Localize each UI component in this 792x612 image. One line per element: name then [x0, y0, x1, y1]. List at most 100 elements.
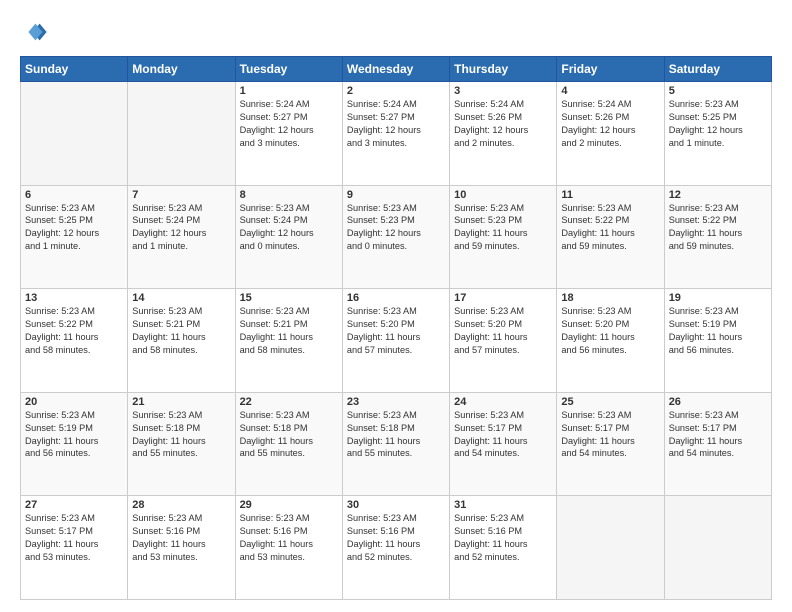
day-info: Sunrise: 5:24 AM Sunset: 5:27 PM Dayligh… — [240, 98, 338, 150]
calendar-cell: 18Sunrise: 5:23 AM Sunset: 5:20 PM Dayli… — [557, 289, 664, 393]
calendar-cell: 9Sunrise: 5:23 AM Sunset: 5:23 PM Daylig… — [342, 185, 449, 289]
day-info: Sunrise: 5:23 AM Sunset: 5:25 PM Dayligh… — [669, 98, 767, 150]
day-info: Sunrise: 5:23 AM Sunset: 5:21 PM Dayligh… — [132, 305, 230, 357]
calendar-cell: 3Sunrise: 5:24 AM Sunset: 5:26 PM Daylig… — [450, 82, 557, 186]
calendar-cell: 1Sunrise: 5:24 AM Sunset: 5:27 PM Daylig… — [235, 82, 342, 186]
day-number: 12 — [669, 189, 767, 201]
day-number: 18 — [561, 292, 659, 304]
day-number: 7 — [132, 189, 230, 201]
day-info: Sunrise: 5:23 AM Sunset: 5:21 PM Dayligh… — [240, 305, 338, 357]
calendar-cell: 16Sunrise: 5:23 AM Sunset: 5:20 PM Dayli… — [342, 289, 449, 393]
day-number: 1 — [240, 85, 338, 97]
day-number: 26 — [669, 396, 767, 408]
calendar-cell: 28Sunrise: 5:23 AM Sunset: 5:16 PM Dayli… — [128, 496, 235, 600]
day-number: 23 — [347, 396, 445, 408]
calendar-cell: 12Sunrise: 5:23 AM Sunset: 5:22 PM Dayli… — [664, 185, 771, 289]
calendar-cell: 25Sunrise: 5:23 AM Sunset: 5:17 PM Dayli… — [557, 392, 664, 496]
calendar-cell: 26Sunrise: 5:23 AM Sunset: 5:17 PM Dayli… — [664, 392, 771, 496]
day-number: 4 — [561, 85, 659, 97]
day-info: Sunrise: 5:23 AM Sunset: 5:25 PM Dayligh… — [25, 202, 123, 254]
weekday-header-tuesday: Tuesday — [235, 57, 342, 82]
day-number: 13 — [25, 292, 123, 304]
day-info: Sunrise: 5:23 AM Sunset: 5:22 PM Dayligh… — [25, 305, 123, 357]
weekday-header-friday: Friday — [557, 57, 664, 82]
day-number: 24 — [454, 396, 552, 408]
day-info: Sunrise: 5:23 AM Sunset: 5:17 PM Dayligh… — [454, 409, 552, 461]
day-number: 6 — [25, 189, 123, 201]
calendar-cell: 10Sunrise: 5:23 AM Sunset: 5:23 PM Dayli… — [450, 185, 557, 289]
day-number: 27 — [25, 499, 123, 511]
calendar-week-1: 1Sunrise: 5:24 AM Sunset: 5:27 PM Daylig… — [21, 82, 772, 186]
day-info: Sunrise: 5:23 AM Sunset: 5:17 PM Dayligh… — [669, 409, 767, 461]
header — [20, 18, 772, 46]
day-number: 16 — [347, 292, 445, 304]
calendar-cell: 20Sunrise: 5:23 AM Sunset: 5:19 PM Dayli… — [21, 392, 128, 496]
calendar-table: SundayMondayTuesdayWednesdayThursdayFrid… — [20, 56, 772, 600]
day-number: 30 — [347, 499, 445, 511]
day-info: Sunrise: 5:23 AM Sunset: 5:24 PM Dayligh… — [240, 202, 338, 254]
day-number: 15 — [240, 292, 338, 304]
day-info: Sunrise: 5:23 AM Sunset: 5:24 PM Dayligh… — [132, 202, 230, 254]
day-number: 11 — [561, 189, 659, 201]
day-info: Sunrise: 5:23 AM Sunset: 5:16 PM Dayligh… — [454, 512, 552, 564]
day-number: 22 — [240, 396, 338, 408]
day-number: 10 — [454, 189, 552, 201]
calendar-cell: 30Sunrise: 5:23 AM Sunset: 5:16 PM Dayli… — [342, 496, 449, 600]
calendar-cell: 23Sunrise: 5:23 AM Sunset: 5:18 PM Dayli… — [342, 392, 449, 496]
day-info: Sunrise: 5:24 AM Sunset: 5:26 PM Dayligh… — [454, 98, 552, 150]
calendar-week-4: 20Sunrise: 5:23 AM Sunset: 5:19 PM Dayli… — [21, 392, 772, 496]
calendar-cell: 5Sunrise: 5:23 AM Sunset: 5:25 PM Daylig… — [664, 82, 771, 186]
calendar-cell: 27Sunrise: 5:23 AM Sunset: 5:17 PM Dayli… — [21, 496, 128, 600]
day-info: Sunrise: 5:23 AM Sunset: 5:20 PM Dayligh… — [347, 305, 445, 357]
calendar-cell: 14Sunrise: 5:23 AM Sunset: 5:21 PM Dayli… — [128, 289, 235, 393]
day-number: 20 — [25, 396, 123, 408]
day-number: 31 — [454, 499, 552, 511]
day-info: Sunrise: 5:24 AM Sunset: 5:26 PM Dayligh… — [561, 98, 659, 150]
day-info: Sunrise: 5:23 AM Sunset: 5:23 PM Dayligh… — [347, 202, 445, 254]
day-info: Sunrise: 5:23 AM Sunset: 5:16 PM Dayligh… — [240, 512, 338, 564]
page: SundayMondayTuesdayWednesdayThursdayFrid… — [0, 0, 792, 612]
calendar-cell: 2Sunrise: 5:24 AM Sunset: 5:27 PM Daylig… — [342, 82, 449, 186]
calendar-cell: 15Sunrise: 5:23 AM Sunset: 5:21 PM Dayli… — [235, 289, 342, 393]
day-info: Sunrise: 5:23 AM Sunset: 5:18 PM Dayligh… — [240, 409, 338, 461]
weekday-header-saturday: Saturday — [664, 57, 771, 82]
logo — [20, 18, 52, 46]
day-number: 17 — [454, 292, 552, 304]
calendar-week-2: 6Sunrise: 5:23 AM Sunset: 5:25 PM Daylig… — [21, 185, 772, 289]
day-number: 2 — [347, 85, 445, 97]
day-info: Sunrise: 5:23 AM Sunset: 5:22 PM Dayligh… — [561, 202, 659, 254]
day-number: 5 — [669, 85, 767, 97]
weekday-header-sunday: Sunday — [21, 57, 128, 82]
calendar-cell — [128, 82, 235, 186]
day-number: 3 — [454, 85, 552, 97]
calendar-cell: 24Sunrise: 5:23 AM Sunset: 5:17 PM Dayli… — [450, 392, 557, 496]
day-info: Sunrise: 5:23 AM Sunset: 5:18 PM Dayligh… — [347, 409, 445, 461]
calendar-cell: 19Sunrise: 5:23 AM Sunset: 5:19 PM Dayli… — [664, 289, 771, 393]
calendar-cell: 22Sunrise: 5:23 AM Sunset: 5:18 PM Dayli… — [235, 392, 342, 496]
day-info: Sunrise: 5:23 AM Sunset: 5:19 PM Dayligh… — [25, 409, 123, 461]
weekday-header-monday: Monday — [128, 57, 235, 82]
day-info: Sunrise: 5:23 AM Sunset: 5:17 PM Dayligh… — [25, 512, 123, 564]
calendar-cell: 6Sunrise: 5:23 AM Sunset: 5:25 PM Daylig… — [21, 185, 128, 289]
day-number: 14 — [132, 292, 230, 304]
calendar-cell: 29Sunrise: 5:23 AM Sunset: 5:16 PM Dayli… — [235, 496, 342, 600]
day-info: Sunrise: 5:23 AM Sunset: 5:22 PM Dayligh… — [669, 202, 767, 254]
day-info: Sunrise: 5:23 AM Sunset: 5:16 PM Dayligh… — [347, 512, 445, 564]
calendar-cell: 13Sunrise: 5:23 AM Sunset: 5:22 PM Dayli… — [21, 289, 128, 393]
calendar-cell: 17Sunrise: 5:23 AM Sunset: 5:20 PM Dayli… — [450, 289, 557, 393]
day-number: 29 — [240, 499, 338, 511]
calendar-cell: 7Sunrise: 5:23 AM Sunset: 5:24 PM Daylig… — [128, 185, 235, 289]
day-info: Sunrise: 5:23 AM Sunset: 5:20 PM Dayligh… — [454, 305, 552, 357]
day-info: Sunrise: 5:23 AM Sunset: 5:16 PM Dayligh… — [132, 512, 230, 564]
calendar-cell: 4Sunrise: 5:24 AM Sunset: 5:26 PM Daylig… — [557, 82, 664, 186]
logo-icon — [20, 18, 48, 46]
calendar-cell: 31Sunrise: 5:23 AM Sunset: 5:16 PM Dayli… — [450, 496, 557, 600]
weekday-header-wednesday: Wednesday — [342, 57, 449, 82]
calendar-cell: 8Sunrise: 5:23 AM Sunset: 5:24 PM Daylig… — [235, 185, 342, 289]
day-info: Sunrise: 5:23 AM Sunset: 5:19 PM Dayligh… — [669, 305, 767, 357]
calendar-cell: 11Sunrise: 5:23 AM Sunset: 5:22 PM Dayli… — [557, 185, 664, 289]
day-number: 28 — [132, 499, 230, 511]
day-info: Sunrise: 5:23 AM Sunset: 5:20 PM Dayligh… — [561, 305, 659, 357]
calendar-week-5: 27Sunrise: 5:23 AM Sunset: 5:17 PM Dayli… — [21, 496, 772, 600]
day-number: 25 — [561, 396, 659, 408]
